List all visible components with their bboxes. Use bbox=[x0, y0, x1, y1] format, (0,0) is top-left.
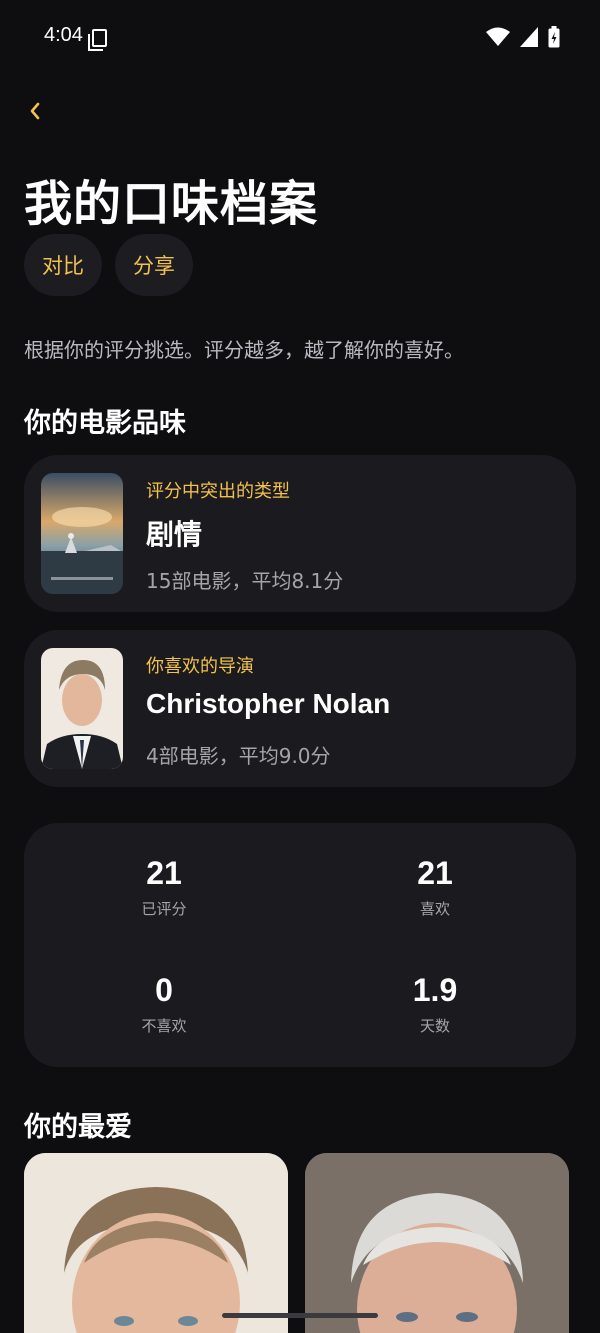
back-button[interactable] bbox=[28, 92, 52, 128]
director-kicker: 你喜欢的导演 bbox=[146, 656, 254, 677]
chevron-left-icon bbox=[30, 102, 40, 120]
stat-rated-label: 已评分 bbox=[141, 900, 187, 918]
share-button[interactable]: 分享 bbox=[115, 234, 193, 296]
genre-poster-image bbox=[41, 473, 123, 594]
favorite-portrait-image bbox=[24, 1153, 288, 1333]
stats-card: 21 已评分 21 喜欢 0 不喜欢 1.9 天数 bbox=[24, 823, 576, 1067]
stat-disliked: 0 不喜欢 bbox=[64, 972, 264, 1036]
stat-days: 1.9 天数 bbox=[335, 972, 535, 1036]
genre-card[interactable]: 评分中突出的类型 剧情 15部电影，平均8.1分 bbox=[24, 455, 576, 612]
favorite-portrait-image bbox=[305, 1153, 569, 1333]
stat-days-value: 1.9 bbox=[412, 972, 458, 1008]
director-meta: 4部电影，平均9.0分 bbox=[146, 744, 331, 768]
genre-name: 剧情 bbox=[146, 519, 203, 550]
battery-icon bbox=[548, 26, 560, 48]
sim-card-icon bbox=[88, 29, 107, 51]
director-photo bbox=[41, 648, 123, 769]
favorites-section-title: 你的最爱 bbox=[24, 1112, 132, 1143]
stat-liked-value: 21 bbox=[417, 855, 453, 891]
director-name: Christopher Nolan bbox=[146, 688, 391, 719]
compare-button[interactable]: 对比 bbox=[24, 234, 102, 296]
director-card[interactable]: 你喜欢的导演 Christopher Nolan 4部电影，平均9.0分 bbox=[24, 630, 576, 787]
genre-meta: 15部电影，平均8.1分 bbox=[146, 569, 344, 593]
page-title: 我的口味档案 bbox=[24, 176, 319, 232]
stat-liked: 21 喜欢 bbox=[335, 855, 535, 919]
stat-liked-label: 喜欢 bbox=[419, 900, 450, 918]
cell-signal-icon bbox=[520, 27, 538, 47]
status-icons bbox=[486, 26, 560, 48]
stat-rated-value: 21 bbox=[146, 855, 182, 891]
stat-disliked-value: 0 bbox=[155, 972, 173, 1008]
wifi-icon bbox=[486, 27, 510, 46]
taste-section-title: 你的电影品味 bbox=[24, 408, 186, 439]
home-indicator[interactable] bbox=[222, 1313, 378, 1318]
status-time: 4:04 bbox=[44, 24, 83, 46]
stat-rated: 21 已评分 bbox=[64, 855, 264, 919]
genre-kicker: 评分中突出的类型 bbox=[146, 481, 290, 502]
stat-disliked-label: 不喜欢 bbox=[141, 1017, 187, 1035]
page-description: 根据你的评分挑选。评分越多，越了解你的喜好。 bbox=[24, 338, 464, 362]
favorite-card[interactable] bbox=[305, 1153, 569, 1333]
stat-days-label: 天数 bbox=[419, 1017, 450, 1035]
status-bar: 4:04 bbox=[0, 0, 600, 76]
favorite-card[interactable] bbox=[24, 1153, 288, 1333]
